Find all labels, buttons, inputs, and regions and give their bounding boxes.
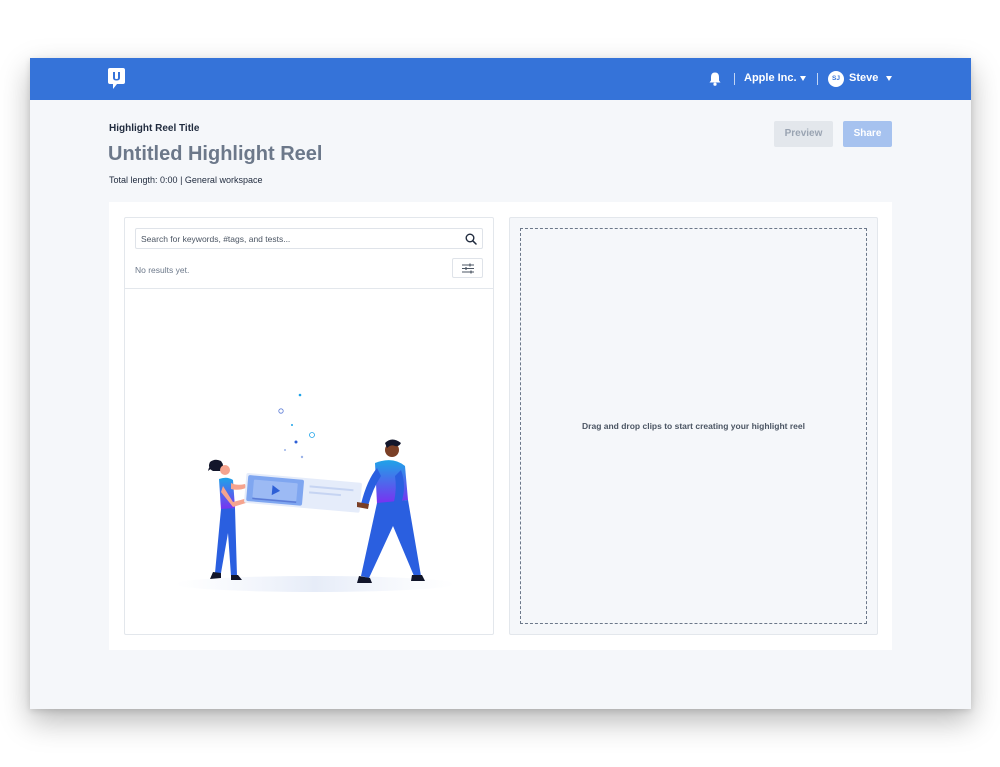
clip-browser-panel: Search for keywords, #tags, and tests...… xyxy=(124,217,494,635)
user-name[interactable]: Steve xyxy=(849,72,878,84)
reel-meta: Total length: 0:00 | General workspace xyxy=(109,175,262,185)
panel-divider xyxy=(125,288,493,289)
clip-dropzone[interactable]: Drag and drop clips to start creating yo… xyxy=(520,228,867,624)
no-results-text: No results yet. xyxy=(135,265,190,275)
editor-card: Search for keywords, #tags, and tests...… xyxy=(109,202,892,650)
page-title[interactable]: Untitled Highlight Reel xyxy=(108,143,322,166)
empty-state-illustration xyxy=(175,393,455,592)
search-icon[interactable] xyxy=(465,233,477,245)
filter-button[interactable] xyxy=(452,258,483,278)
caret-down-icon[interactable] xyxy=(800,76,806,81)
workspace-name: General workspace xyxy=(184,175,263,185)
total-length: 0:00 xyxy=(160,175,178,185)
divider xyxy=(734,73,735,85)
highlight-reel-panel: Drag and drop clips to start creating yo… xyxy=(509,217,878,635)
reel-title-label: Highlight Reel Title xyxy=(109,123,200,134)
search-placeholder: Search for keywords, #tags, and tests... xyxy=(141,234,291,244)
meta-separator: | xyxy=(177,175,185,185)
organization-name[interactable]: Apple Inc. xyxy=(744,72,797,84)
filter-icon xyxy=(462,263,474,274)
caret-down-icon[interactable] xyxy=(886,76,892,81)
app-window: Apple Inc. SJ Steve Highlight Reel Title… xyxy=(30,58,971,709)
divider xyxy=(817,73,818,85)
preview-button[interactable]: Preview xyxy=(774,121,833,147)
logo-icon[interactable] xyxy=(108,68,125,89)
bell-icon[interactable] xyxy=(708,71,722,87)
avatar[interactable]: SJ xyxy=(828,71,844,87)
top-navigation-bar: Apple Inc. SJ Steve xyxy=(30,58,971,100)
share-button[interactable]: Share xyxy=(843,121,892,147)
search-input[interactable]: Search for keywords, #tags, and tests... xyxy=(135,228,483,249)
dropzone-hint: Drag and drop clips to start creating yo… xyxy=(582,421,805,431)
length-label: Total length: xyxy=(109,175,161,185)
